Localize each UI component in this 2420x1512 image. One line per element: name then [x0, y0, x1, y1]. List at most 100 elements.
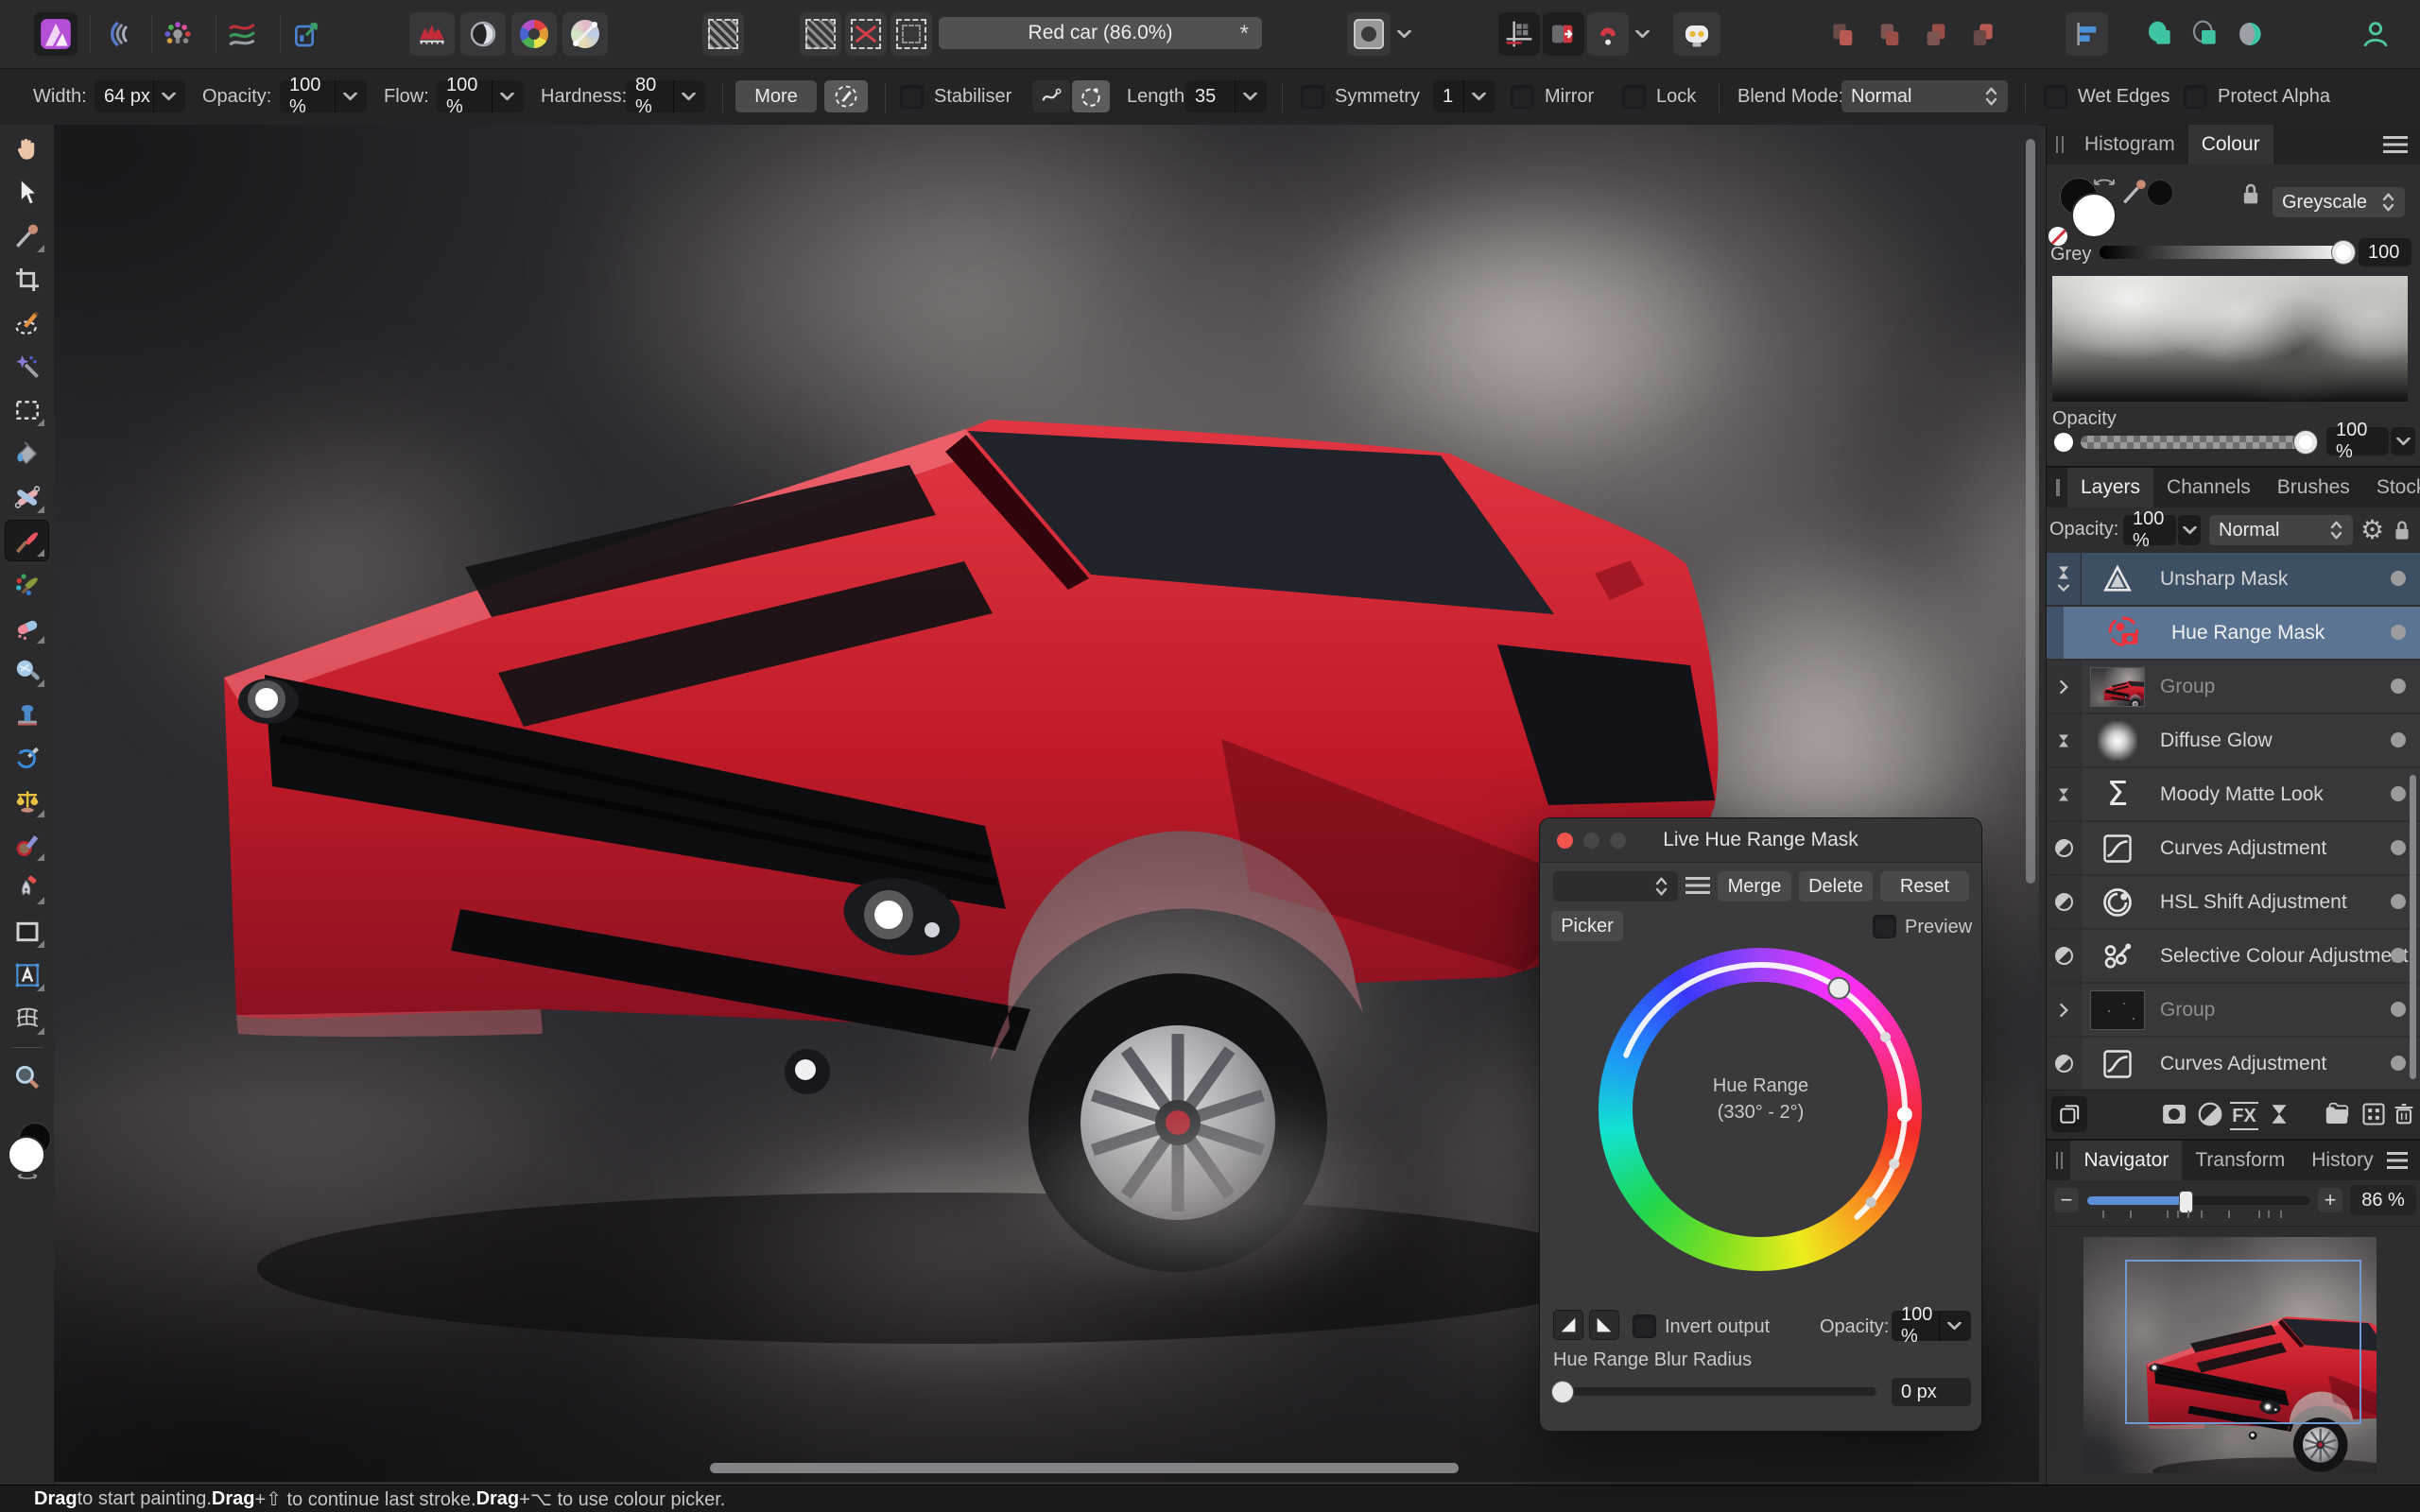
layer-row-group-1[interactable]: Group — [2047, 661, 2420, 713]
expander-closed-icon[interactable] — [2058, 1003, 2069, 1018]
arrange-to-front-button[interactable] — [1822, 12, 1864, 56]
geometry-intersect-button[interactable] — [2184, 12, 2226, 56]
document-title[interactable]: Red car (86.0%) * — [939, 17, 1262, 49]
colour-replacement-tool[interactable] — [5, 563, 49, 605]
expander-closed-icon[interactable] — [2058, 679, 2069, 695]
preset-dropdown[interactable] — [1553, 871, 1678, 902]
layers-blend-dropdown[interactable]: Normal — [2209, 515, 2353, 545]
minimize-button[interactable] — [1583, 833, 1599, 849]
app-logo-button[interactable] — [34, 12, 78, 56]
zoom-slider-handle[interactable] — [2179, 1191, 2193, 1213]
zoom-in-button[interactable]: + — [2318, 1188, 2342, 1212]
pen-tool[interactable] — [5, 868, 49, 909]
geometry-add-button[interactable] — [2138, 12, 2181, 56]
tone-balance-tool[interactable] — [5, 781, 49, 822]
panel-menu-icon[interactable] — [2383, 136, 2408, 153]
blur-slider-handle[interactable] — [1551, 1381, 1574, 1403]
tab-stock[interactable]: Stock — [2363, 468, 2420, 507]
layer-visibility-dot[interactable] — [2391, 948, 2406, 963]
layer-row-group-2[interactable]: Group — [2047, 984, 2420, 1036]
toggle-snapping-preview-button[interactable] — [1543, 12, 1584, 56]
merge-button[interactable]: Merge — [1718, 871, 1791, 902]
group-layers-button[interactable] — [2323, 1100, 2351, 1128]
blur-radius-field[interactable]: 0 px — [1892, 1378, 1971, 1406]
hue-falloff-dot[interactable] — [1889, 1158, 1900, 1169]
zoom-button[interactable] — [1610, 833, 1626, 849]
tone-curves-button[interactable] — [221, 12, 263, 56]
rectangle-tool[interactable] — [5, 911, 49, 953]
hue-falloff-dot[interactable] — [1865, 1196, 1876, 1208]
preset-menu-icon[interactable] — [1685, 877, 1710, 894]
close-button[interactable] — [1557, 833, 1573, 849]
geometry-subtract-button[interactable] — [2229, 12, 2272, 56]
colour-picker-tool[interactable] — [5, 215, 49, 257]
tab-brushes[interactable]: Brushes — [2264, 468, 2363, 507]
tab-navigator[interactable]: Navigator — [2070, 1141, 2183, 1180]
grey-slider-handle[interactable] — [2332, 241, 2355, 264]
assistant-button[interactable] — [1673, 12, 1720, 56]
wet-edges-checkbox[interactable] — [2044, 85, 2067, 109]
layers-scrollbar[interactable] — [2410, 775, 2416, 1079]
colour-opacity-dropdown[interactable] — [2391, 427, 2415, 455]
layer-row-hsl[interactable]: HSL Shift Adjustment — [2047, 876, 2420, 928]
zoom-value-field[interactable]: 86 % — [2350, 1185, 2416, 1215]
grey-slider[interactable] — [2100, 241, 2355, 264]
tab-channels[interactable]: Channels — [2153, 468, 2264, 507]
layer-visibility-dot[interactable] — [2391, 625, 2406, 640]
dialog-title-bar[interactable]: Live Hue Range Mask — [1540, 818, 1981, 863]
delete-button[interactable]: Delete — [1799, 871, 1873, 902]
layer-row-diffuse-glow[interactable]: Diffuse Glow — [2047, 714, 2420, 766]
tab-history[interactable]: History — [2298, 1141, 2386, 1180]
blur-radius-slider[interactable] — [1551, 1381, 1876, 1403]
symmetry-count-field[interactable]: 1 — [1433, 80, 1495, 112]
colour-model-dropdown[interactable]: Greyscale — [2273, 187, 2405, 217]
text-tool[interactable] — [5, 954, 49, 996]
layer-visibility-dot[interactable] — [2391, 732, 2406, 747]
mask-preview-dropdown[interactable] — [1392, 12, 1415, 56]
layers-opacity-dropdown[interactable] — [2178, 515, 2201, 545]
layer-row-curves-2[interactable]: Curves Adjustment — [2047, 1038, 2420, 1090]
selection-fill-toggle[interactable] — [702, 12, 744, 56]
panel-grip[interactable] — [2056, 136, 2064, 153]
develop-persona-button[interactable] — [460, 12, 506, 56]
invert-output-checkbox[interactable] — [1633, 1314, 1656, 1338]
selection-show-toggle[interactable] — [800, 12, 841, 56]
length-field[interactable]: 35 — [1185, 80, 1267, 112]
picker-button[interactable]: Picker — [1551, 911, 1623, 941]
snapping-button[interactable] — [1587, 12, 1629, 56]
sponge-tool[interactable] — [5, 650, 49, 692]
account-button[interactable] — [2354, 12, 2397, 56]
tab-histogram[interactable]: Histogram — [2071, 125, 2188, 164]
liquify-persona-button[interactable] — [562, 12, 608, 56]
layer-visibility-dot[interactable] — [2391, 840, 2406, 855]
toggle-guides-button[interactable] — [1498, 12, 1540, 56]
layer-row-moody-matte[interactable]: Σ Moody Matte Look — [2047, 768, 2420, 820]
layers-lock-icon[interactable] — [2393, 519, 2411, 541]
photo-persona-button[interactable] — [409, 12, 455, 56]
layer-visibility-dot[interactable] — [2391, 1056, 2406, 1071]
preview-checkbox[interactable] — [1873, 915, 1896, 938]
opacity-field[interactable]: 100 % — [280, 75, 367, 117]
soft-proof-button[interactable] — [95, 12, 136, 56]
hue-range-start-handle[interactable] — [1827, 976, 1851, 1000]
navigator-thumbnail[interactable] — [2083, 1237, 2377, 1473]
hardness-field[interactable]: 80 % — [626, 75, 705, 117]
colour-opacity-field[interactable]: 100 % — [2326, 420, 2389, 462]
lock-checkbox[interactable] — [1622, 85, 1646, 109]
flow-field[interactable]: 100 % — [437, 75, 524, 117]
crop-tool[interactable] — [5, 259, 49, 301]
no-colour-swatch[interactable] — [2048, 227, 2067, 246]
protect-alpha-checkbox[interactable] — [2184, 85, 2207, 109]
layer-row-unsharp-mask[interactable]: Unsharp Mask — [2047, 553, 2420, 605]
opacity-slider-handle[interactable] — [2294, 431, 2317, 454]
reset-button[interactable]: Reset — [1880, 871, 1969, 902]
panel-grip[interactable] — [2056, 1152, 2064, 1169]
mask-preview-button[interactable] — [1347, 12, 1391, 56]
lighting-button[interactable] — [157, 12, 199, 56]
live-filter-hourglass-button[interactable] — [2268, 1101, 2290, 1127]
view-tool[interactable] — [5, 129, 49, 170]
flood-select-tool[interactable] — [5, 346, 49, 387]
adjustment-layer-button[interactable] — [2196, 1100, 2224, 1128]
tab-layers[interactable]: Layers — [2067, 468, 2154, 507]
export-button[interactable] — [285, 12, 327, 56]
